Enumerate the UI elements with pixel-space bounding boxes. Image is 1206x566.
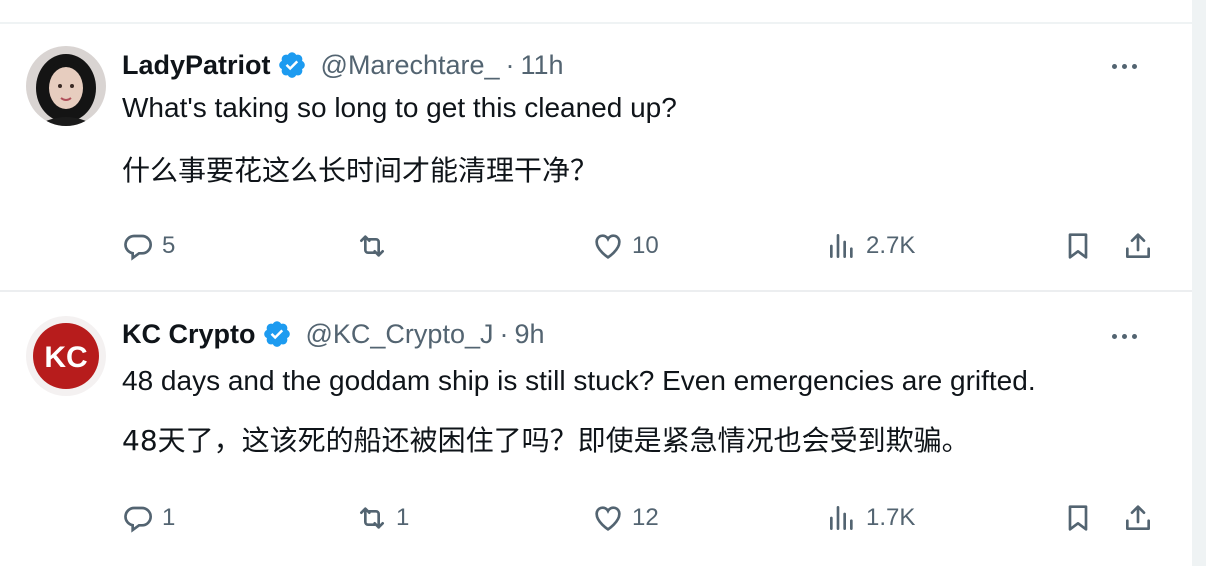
scrollbar-track[interactable] [1192, 0, 1206, 566]
share-button[interactable] [1122, 226, 1154, 266]
retweet-button[interactable]: 1 [356, 498, 409, 538]
bookmark-button[interactable] [1062, 498, 1094, 538]
view-count: 2.7K [866, 232, 916, 259]
like-button[interactable]: 12 [592, 498, 659, 538]
share-icon [1126, 233, 1150, 258]
bookmark-button[interactable] [1062, 226, 1094, 266]
tweet-card[interactable]: KC KC Crypto @KC_Crypto_J · 9h 48 days a… [0, 292, 1192, 566]
retweet-button[interactable] [356, 226, 396, 266]
timeline-feed: LadyPatriot @Marechtare_ · 11h What's ta… [0, 0, 1192, 566]
dot-separator: · [499, 318, 509, 349]
tweet-text-english: 48 days and the goddam ship is still stu… [122, 365, 1036, 396]
like-count: 12 [632, 504, 659, 531]
retweet-icon [360, 507, 384, 529]
views-button[interactable]: 2.7K [826, 226, 915, 266]
dot-separator: · [505, 49, 515, 80]
views-button[interactable]: 1.7K [826, 498, 915, 538]
user-handle[interactable]: @Marechtare_ [321, 50, 500, 81]
reply-button[interactable]: 1 [122, 498, 175, 538]
reply-count: 1 [162, 504, 176, 531]
more-options-icon[interactable] [1104, 46, 1144, 86]
tweet-card[interactable]: LadyPatriot @Marechtare_ · 11h What's ta… [0, 24, 1192, 290]
view-count: 1.7K [866, 504, 916, 531]
timestamp[interactable]: 11h [521, 50, 564, 81]
reply-count: 5 [162, 232, 176, 259]
tweet-header: LadyPatriot @Marechtare_ · 11h [122, 45, 564, 85]
reply-button[interactable]: 5 [122, 226, 175, 266]
user-avatar[interactable]: KC [26, 316, 106, 396]
tweet-header: KC Crypto @KC_Crypto_J · 9h [122, 314, 545, 354]
retweet-icon [360, 235, 384, 257]
reply-icon [124, 506, 152, 533]
share-icon [1126, 505, 1150, 530]
user-avatar[interactable] [26, 46, 106, 126]
retweet-count: 1 [396, 504, 410, 531]
like-button[interactable]: 10 [592, 226, 659, 266]
more-options-icon[interactable] [1104, 316, 1144, 356]
tweet-text-english: What's taking so long to get this cleane… [122, 92, 677, 123]
timestamp[interactable]: 9h [514, 319, 544, 350]
like-count: 10 [632, 232, 659, 259]
views-chart-icon [830, 506, 853, 530]
bookmark-icon [1068, 505, 1088, 531]
tweet-text-chinese: 什么事要花这么长时间才能清理干净？ [122, 154, 599, 187]
heart-icon [595, 234, 621, 259]
views-chart-icon [830, 234, 853, 258]
display-name[interactable]: KC Crypto [122, 319, 256, 350]
verified-badge-icon [278, 52, 305, 78]
reply-icon [124, 234, 152, 261]
display-name[interactable]: LadyPatriot [122, 50, 271, 81]
user-handle[interactable]: @KC_Crypto_J [306, 319, 494, 350]
verified-badge-icon [263, 321, 290, 347]
tweet-text-chinese: 48天了，这该死的船还被困住了吗？即使是紧急情况也会受到欺骗。 [122, 424, 970, 457]
share-button[interactable] [1122, 498, 1154, 538]
heart-icon [595, 506, 621, 531]
avatar-logo-text: KC [44, 341, 87, 374]
bookmark-icon [1068, 233, 1088, 259]
